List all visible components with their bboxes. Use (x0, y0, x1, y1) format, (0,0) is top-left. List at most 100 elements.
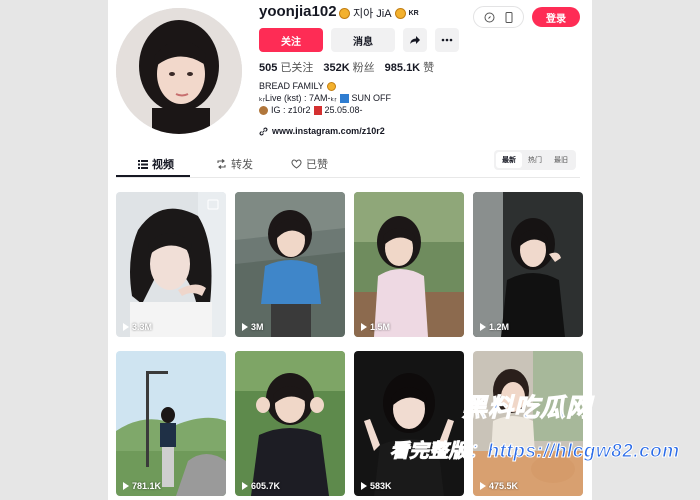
followers-stat[interactable]: 352K 粉丝 (323, 59, 374, 75)
video-card[interactable]: 605.7K (235, 351, 345, 496)
tab-videos-label: 视频 (152, 159, 174, 171)
video-card[interactable]: 3.3M (116, 192, 226, 337)
grid-lines-icon (138, 159, 148, 169)
following-label: 已关注 (280, 62, 314, 74)
active-tab-indicator (116, 175, 190, 177)
sort-oldest[interactable]: 最旧 (548, 152, 574, 168)
followers-label: 粉丝 (352, 62, 375, 74)
tab-liked[interactable]: 已赞 (291, 156, 328, 172)
heart-lock-icon (291, 159, 302, 169)
likes-stat: 985.1K 赞 (385, 59, 434, 75)
device-toggle[interactable] (473, 6, 524, 28)
pause-box-icon (339, 93, 349, 103)
nickname-text: 지아 JiA (353, 8, 392, 20)
view-count-text: 1.5M (370, 322, 391, 332)
watermark-site-name: 黑料吃瓜网 (461, 394, 593, 423)
login-button[interactable]: 登录 (532, 7, 580, 27)
play-icon (242, 323, 248, 331)
play-icon (361, 323, 367, 331)
video-thumbnail (354, 351, 464, 496)
compass-icon[interactable] (484, 12, 495, 23)
following-stat[interactable]: 505 已关注 (259, 59, 313, 75)
header-actions: 登录 (473, 6, 580, 28)
flag-icon (313, 105, 322, 115)
play-icon (123, 482, 129, 490)
sort-latest[interactable]: 最新 (496, 152, 522, 168)
view-count: 3M (242, 322, 264, 332)
bio-line-3: IG : z10r2 25.05.08- (259, 104, 391, 116)
view-count: 1.2M (480, 322, 509, 332)
sort-popular[interactable]: 热门 (522, 152, 548, 168)
video-thumbnail (116, 192, 226, 337)
tab-liked-label: 已赞 (306, 159, 328, 171)
followers-count: 352K (323, 62, 350, 74)
profile-stats: 505 已关注 352K 粉丝 985.1K 赞 (259, 59, 434, 75)
view-count-text: 3.3M (132, 322, 153, 332)
play-icon (242, 482, 248, 490)
tab-reposts[interactable]: 转发 (216, 156, 253, 172)
nickname-badge: KR (408, 9, 419, 17)
profile-actions: 关注 消息 (259, 28, 459, 52)
view-count-text: 1.2M (489, 322, 510, 332)
video-card[interactable]: 3M (235, 192, 345, 337)
bread-icon (339, 7, 350, 19)
view-count: 475.5K (480, 481, 518, 491)
bio-line-2-suffix: SUN OFF (351, 93, 392, 103)
view-count: 3.3M (123, 322, 152, 332)
bio-line-3-text: IG : z10r2 (271, 105, 311, 115)
profile-link[interactable]: www.instagram.com/z10r2 (259, 126, 385, 136)
view-count-text: 475.5K (489, 481, 519, 491)
likes-label: 赞 (423, 62, 435, 74)
sort-toggle: 最新 热门 最旧 (494, 150, 576, 170)
bio: BREAD FAMILY ₖᵣLive (kst) : 7AM-ₖᵣ SUN O… (259, 80, 391, 116)
username: yoonjia102 (259, 3, 337, 20)
follow-button[interactable]: 关注 (259, 28, 323, 52)
bread-icon (394, 7, 406, 19)
bio-line-2-text: ₖᵣLive (kst) : 7AM-ₖᵣ (259, 93, 337, 103)
view-count: 605.7K (242, 481, 280, 491)
repost-icon (217, 159, 226, 169)
watermark-url: 看完整版：https://hlcgw82.com (390, 441, 680, 463)
play-icon (123, 323, 129, 331)
more-icon (441, 38, 453, 42)
avatar[interactable] (116, 8, 242, 134)
tab-videos[interactable]: 视频 (138, 156, 174, 172)
phone-icon[interactable] (505, 11, 513, 23)
video-thumbnail (235, 192, 345, 337)
bio-line-3-date: 25.05.08- (324, 105, 363, 115)
nickname: 지아 JiA KR (339, 5, 419, 21)
share-icon (410, 36, 420, 44)
tab-reposts-label: 转发 (231, 159, 253, 171)
likes-count: 985.1K (384, 62, 421, 74)
bio-line-1: BREAD FAMILY (259, 80, 391, 92)
profile-link-text: www.instagram.com/z10r2 (272, 126, 385, 136)
play-icon (480, 482, 486, 490)
view-count-text: 781.1K (132, 481, 162, 491)
view-count-text: 3M (251, 322, 264, 332)
view-count-text: 605.7K (251, 481, 281, 491)
view-count: 583K (361, 481, 392, 491)
bio-line-2: ₖᵣLive (kst) : 7AM-ₖᵣ SUN OFF (259, 92, 391, 104)
play-icon (480, 323, 486, 331)
view-count-text: 583K (370, 481, 392, 491)
play-icon (361, 482, 367, 490)
link-icon (259, 126, 268, 136)
video-card[interactable]: 1.2M (473, 192, 583, 337)
video-thumbnail (473, 192, 583, 337)
video-card[interactable]: 1.5M (354, 192, 464, 337)
view-count: 781.1K (123, 481, 161, 491)
video-card[interactable]: 781.1K (116, 351, 226, 496)
message-button[interactable]: 消息 (331, 28, 395, 52)
video-thumbnail (116, 351, 226, 496)
video-thumbnail (235, 351, 345, 496)
view-count: 1.5M (361, 322, 390, 332)
content-tabs: 视频 转发 已赞 最新 热门 最旧 (116, 150, 580, 178)
profile-page: yoonjia102 지아 JiA KR 登录 关注 消息 505 已关注 352… (108, 0, 592, 500)
more-button[interactable] (435, 28, 459, 52)
bread-icon (326, 81, 336, 91)
bio-line-1-text: BREAD FAMILY (259, 81, 324, 91)
cookie-icon (259, 105, 268, 115)
video-card[interactable]: 583K (354, 351, 464, 496)
share-button[interactable] (403, 28, 427, 52)
following-count: 505 (259, 62, 278, 74)
